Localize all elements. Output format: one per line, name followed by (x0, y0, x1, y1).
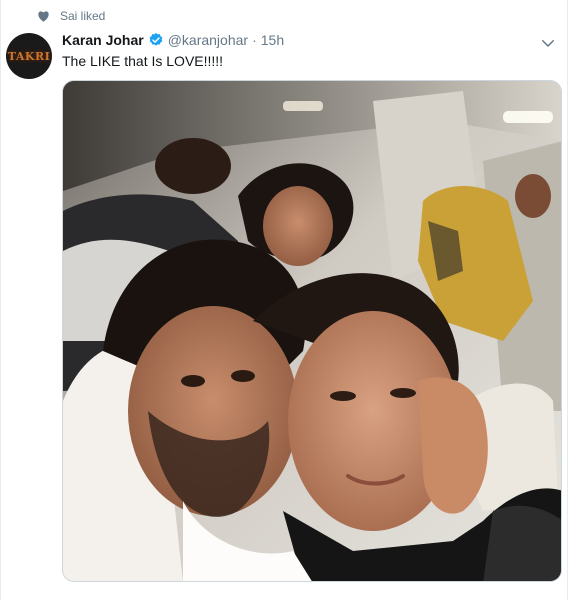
author-name[interactable]: Karan Johar (62, 32, 144, 48)
social-context: Sai liked (37, 9, 105, 23)
heart-icon (38, 11, 49, 22)
photo-illustration (63, 81, 561, 581)
tweet-photo[interactable] (62, 80, 562, 582)
social-context-label[interactable]: Sai liked (60, 9, 105, 23)
tweet-timestamp[interactable]: 15h (261, 32, 284, 48)
tweet-header: Karan Johar @karanjohar · 15h (62, 32, 284, 48)
tweet-card[interactable]: Sai liked TAKRI Karan Johar @karanjohar … (0, 0, 568, 600)
verified-badge-icon (149, 33, 163, 46)
avatar[interactable]: TAKRI (6, 33, 52, 79)
avatar-logo-text: TAKRI (7, 49, 51, 63)
chevron-down-icon[interactable] (539, 34, 557, 52)
tweet-text: The LIKE that Is LOVE!!!!! (62, 53, 224, 69)
author-handle[interactable]: @karanjohar (168, 32, 248, 48)
separator-dot: · (252, 32, 257, 48)
